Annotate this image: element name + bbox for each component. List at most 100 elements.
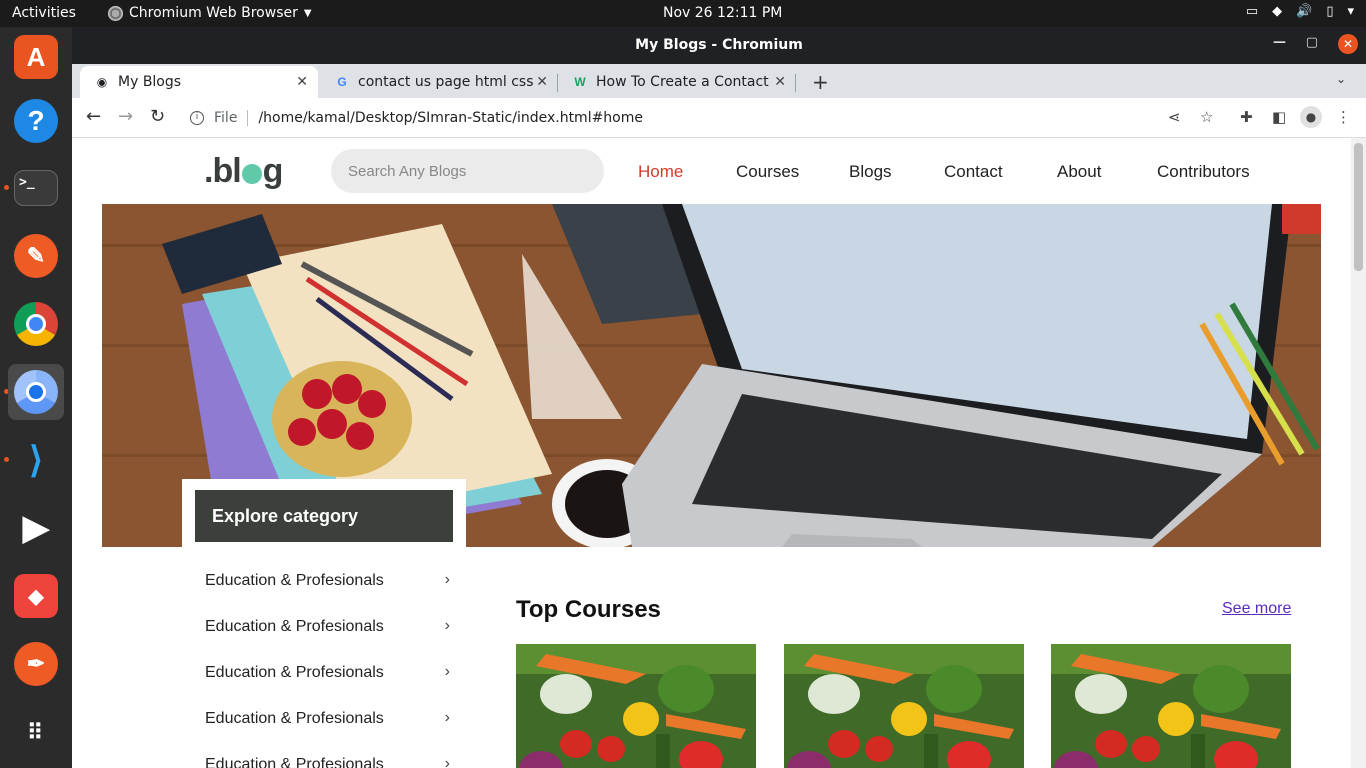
screen-icon[interactable]: ▭ — [1246, 4, 1258, 19]
chevron-right-icon: › — [444, 571, 450, 588]
category-label: Education & Profesionals — [205, 618, 384, 635]
tab-search-chevron-icon[interactable]: ⌄ — [1336, 72, 1346, 86]
vegetables-image — [1051, 644, 1291, 768]
site-header: .blg Home Courses Blogs Contact About Co… — [72, 138, 1351, 204]
see-more-link[interactable]: See more — [1222, 600, 1291, 618]
vscode-icon: ⟩ — [28, 439, 44, 480]
tab-my-blogs[interactable]: ◉ My Blogs ✕ — [80, 66, 318, 98]
dock-chromium[interactable] — [8, 364, 64, 420]
help-icon: ? — [14, 99, 58, 143]
close-tab-icon[interactable]: ✕ — [774, 74, 786, 90]
bookmark-star-icon[interactable]: ☆ — [1200, 108, 1213, 126]
reload-icon[interactable]: ↻ — [150, 106, 165, 127]
course-card[interactable] — [1051, 644, 1291, 768]
nav-home[interactable]: Home — [638, 162, 683, 182]
tab-strip: ◉ My Blogs ✕ G contact us page html css … — [72, 64, 1366, 98]
dock-media-player[interactable]: ▶ — [8, 500, 64, 556]
scrollbar-thumb[interactable] — [1354, 143, 1363, 271]
app-menu-label: Chromium Web Browser — [129, 5, 298, 21]
browser-toolbar: ← → ↻ i File /home/kamal/Desktop/SImran-… — [72, 98, 1366, 138]
back-icon[interactable]: ← — [86, 106, 101, 127]
category-heading: Explore category — [195, 490, 453, 542]
activities-button[interactable]: Activities — [12, 5, 76, 21]
new-tab-icon[interactable]: + — [812, 70, 829, 94]
system-top-bar: Activities Chromium Web Browser ▼ Nov 26… — [0, 0, 1366, 27]
ubuntu-software-icon: A — [14, 35, 58, 79]
grid-icon: ⠿ — [26, 720, 46, 745]
category-item[interactable]: Education & Profesionals › — [205, 709, 450, 728]
nav-courses[interactable]: Courses — [736, 162, 799, 182]
address-bar[interactable]: i File /home/kamal/Desktop/SImran-Static… — [182, 103, 1232, 133]
tab-label: My Blogs — [118, 74, 182, 90]
close-tab-icon[interactable]: ✕ — [536, 74, 548, 90]
kebab-menu-icon[interactable]: ⋮ — [1336, 108, 1351, 126]
info-icon[interactable]: i — [190, 111, 204, 125]
category-panel: Explore category Education & Profesional… — [182, 479, 466, 768]
category-item[interactable]: Education & Profesionals › — [205, 755, 450, 768]
scheme-label: File — [214, 110, 238, 126]
url-text[interactable]: /home/kamal/Desktop/SImran-Static/index.… — [258, 110, 643, 126]
nav-contributors[interactable]: Contributors — [1157, 162, 1250, 182]
category-item[interactable]: Education & Profesionals › — [205, 571, 450, 590]
category-item[interactable]: Education & Profesionals › — [205, 663, 450, 682]
forward-icon[interactable]: → — [118, 106, 133, 127]
course-card[interactable] — [784, 644, 1024, 768]
category-item[interactable]: Education & Profesionals › — [205, 617, 450, 636]
dock-terminal[interactable]: >_ — [8, 160, 64, 216]
clock[interactable]: Nov 26 12:11 PM — [663, 5, 782, 21]
vegetables-image — [784, 644, 1024, 768]
course-card[interactable] — [516, 644, 756, 768]
chevron-right-icon: › — [444, 709, 450, 726]
chromium-icon — [14, 370, 58, 414]
tab-separator — [795, 74, 796, 92]
share-icon[interactable]: ⋖ — [1168, 108, 1181, 126]
category-label: Education & Profesionals — [205, 664, 384, 681]
dock-inkscape[interactable]: ✒ — [8, 636, 64, 692]
chevron-down-icon[interactable]: ▾ — [1347, 4, 1354, 19]
blog-search-input[interactable] — [331, 149, 604, 193]
dock-help[interactable]: ? — [8, 93, 64, 149]
nav-contact[interactable]: Contact — [944, 162, 1003, 182]
top-courses-heading: Top Courses — [516, 596, 661, 623]
chrome-icon — [14, 302, 58, 346]
system-tray[interactable]: ▭ ◆ 🔊 ▯ ▾ — [1246, 4, 1354, 19]
anydesk-icon: ◆ — [14, 574, 58, 618]
page-viewport: .blg Home Courses Blogs Contact About Co… — [72, 138, 1366, 768]
page-scrollbar[interactable] — [1351, 138, 1366, 768]
close-window-button[interactable]: ✕ — [1338, 34, 1358, 54]
title-bar: My Blogs - Chromium — ▢ ✕ — [72, 27, 1366, 64]
tab-google-search[interactable]: G contact us page html css c ✕ — [320, 66, 558, 98]
close-tab-icon[interactable]: ✕ — [296, 74, 308, 90]
nav-blogs[interactable]: Blogs — [849, 162, 892, 182]
inkscape-icon: ✒ — [14, 642, 58, 686]
chromium-app-icon — [108, 5, 123, 21]
chevron-right-icon: › — [444, 617, 450, 634]
chevron-right-icon: › — [444, 755, 450, 768]
globe-icon: ◉ — [96, 75, 108, 89]
caret-down-icon: ▼ — [303, 7, 312, 19]
tab-label: How To Create a Contact F — [596, 74, 772, 90]
tab-contact-form[interactable]: W How To Create a Contact F ✕ — [558, 66, 796, 98]
minimize-icon[interactable]: — — [1273, 35, 1286, 50]
wifi-icon[interactable]: ◆ — [1272, 4, 1282, 19]
terminal-icon: >_ — [14, 170, 58, 206]
maximize-icon[interactable]: ▢ — [1306, 35, 1318, 50]
profile-avatar-icon[interactable]: ● — [1300, 106, 1322, 128]
browser-window: My Blogs - Chromium — ▢ ✕ ◉ My Blogs ✕ G… — [72, 27, 1366, 768]
extensions-icon[interactable]: ✚ — [1240, 108, 1253, 126]
volume-icon[interactable]: 🔊 — [1296, 4, 1312, 19]
chevron-right-icon: › — [444, 663, 450, 680]
dock-postman[interactable]: ✎ — [8, 228, 64, 284]
app-menu[interactable]: Chromium Web Browser ▼ — [108, 5, 312, 21]
dock-chrome[interactable] — [8, 296, 64, 352]
dock-vscode[interactable]: ⟩ — [8, 432, 64, 488]
side-panel-icon[interactable]: ◧ — [1272, 108, 1286, 126]
site-logo[interactable]: .bl g — [204, 152, 283, 191]
dock: A ? >_ ✎ ⟩ ▶ ◆ ✒ ⠿ — [0, 27, 72, 768]
nav-about[interactable]: About — [1057, 162, 1101, 182]
battery-icon[interactable]: ▯ — [1326, 4, 1333, 19]
dock-show-applications[interactable]: ⠿ — [8, 705, 64, 761]
vegetables-image — [516, 644, 756, 768]
dock-ubuntu-software[interactable]: A — [8, 29, 64, 85]
dock-anydesk[interactable]: ◆ — [8, 568, 64, 624]
